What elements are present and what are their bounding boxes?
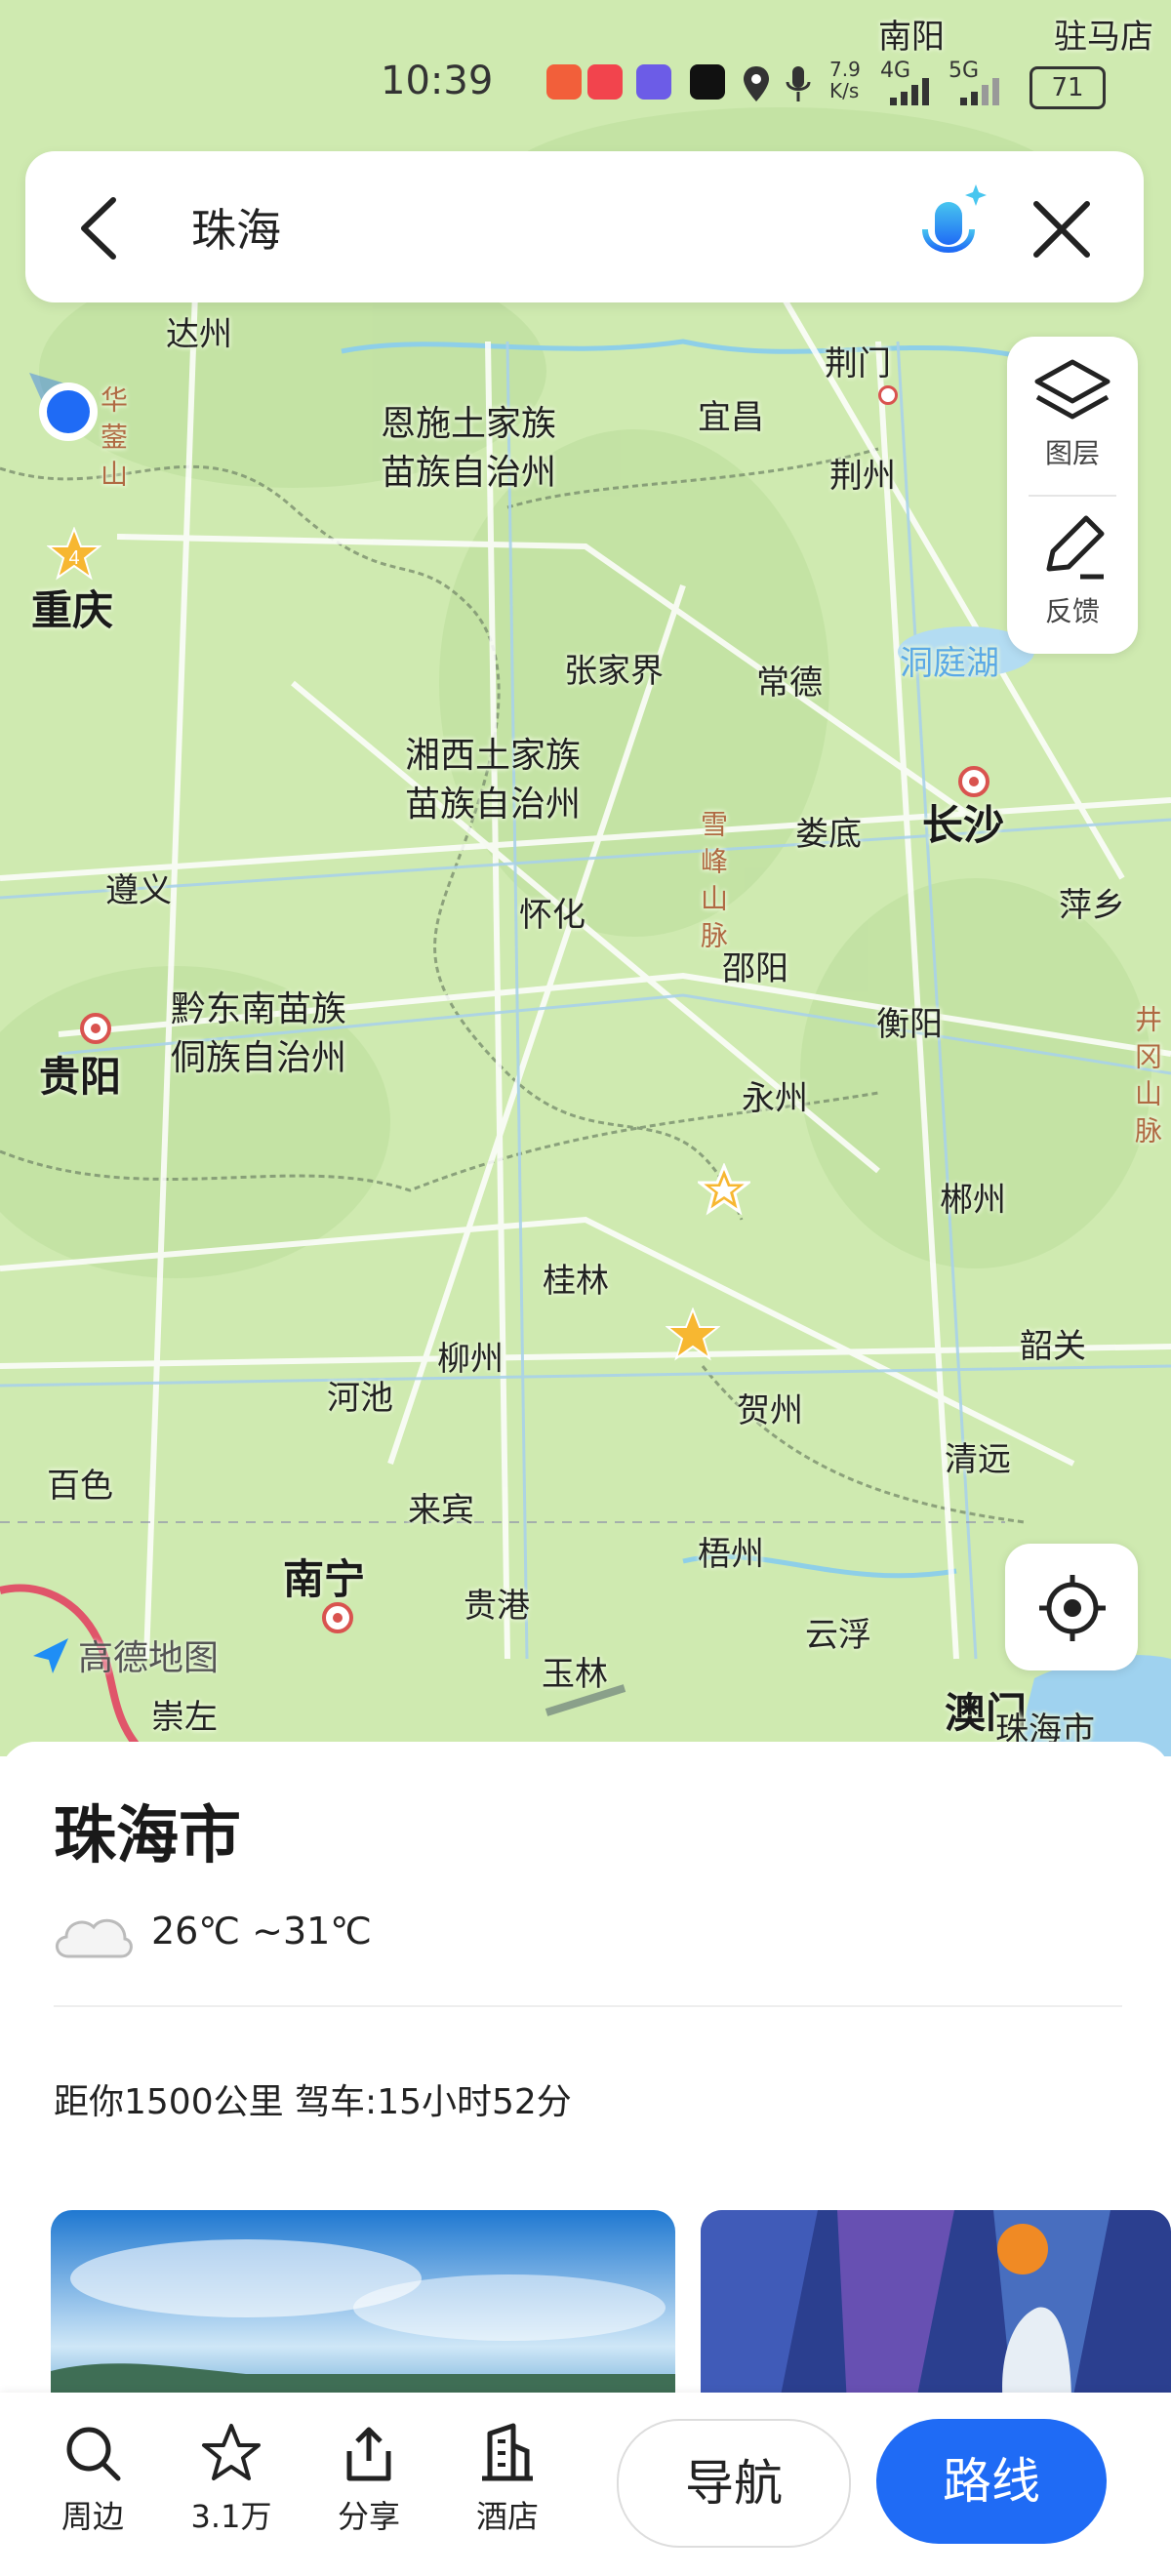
map-controls-panel: 图层 反馈	[1007, 337, 1138, 654]
map-label-yichang[interactable]: 宜昌	[698, 390, 764, 438]
amap-logo-text: 高德地图	[78, 1638, 220, 1678]
map-label-chongzuo[interactable]: 崇左	[151, 1690, 218, 1738]
map-label-baise[interactable]: 百色	[47, 1459, 113, 1507]
map-label-changsha[interactable]: 长沙	[922, 792, 1004, 852]
map-label-huaihua[interactable]: 怀化	[519, 888, 586, 936]
map-label-changde[interactable]: 常德	[756, 656, 823, 704]
share-icon	[346, 2427, 391, 2481]
crosshair-icon	[1039, 1575, 1106, 1641]
capital-marker-nanning	[322, 1602, 353, 1633]
tiktok-notification-icon	[690, 64, 725, 100]
map-label-nanning[interactable]: 南宁	[283, 1547, 365, 1606]
share-label: 分享	[337, 2498, 400, 2535]
signal-bars-icon	[890, 78, 929, 105]
map-label-xuefeng-mountains: 雪峰山脉	[697, 810, 729, 958]
map-label-dongting-lake[interactable]: 洞庭湖	[900, 636, 999, 684]
map-label-yunfu[interactable]: 云浮	[805, 1608, 871, 1656]
map-label-qiandongnan[interactable]: 黔东南苗族 侗族自治州	[171, 986, 346, 1083]
net-speed: 7.9 K/s	[829, 58, 861, 102]
map-label-zunyi[interactable]: 遵义	[105, 864, 172, 911]
map-label-jingmen[interactable]: 荆门	[825, 337, 891, 384]
divider	[54, 2005, 1122, 2007]
city-dot-jingmen	[878, 385, 898, 405]
map-label-xiangxi[interactable]: 湘西土家族 苗族自治州	[405, 732, 581, 829]
route-button[interactable]: 路线	[876, 2419, 1107, 2544]
layers-icon	[1034, 359, 1110, 420]
map-label-qingyuan[interactable]: 清远	[945, 1432, 1011, 1480]
map-label-hengyang[interactable]: 衡阳	[876, 997, 943, 1045]
map-label-hezhou[interactable]: 贺州	[737, 1384, 803, 1431]
feedback-button[interactable]: 反馈	[1007, 512, 1138, 629]
map-label-hechi[interactable]: 河池	[327, 1371, 393, 1419]
map-label-jingzhou[interactable]: 荆州	[829, 449, 896, 497]
mail-notification-icon	[587, 64, 623, 100]
map-label-guigang[interactable]: 贵港	[464, 1579, 530, 1627]
locate-me-button[interactable]	[1005, 1544, 1138, 1670]
star-icon	[202, 2424, 261, 2480]
app-notification-icon	[546, 64, 582, 100]
map-label-zhangjiajie[interactable]: 张家界	[564, 644, 664, 692]
place-title: 珠海市	[54, 1800, 241, 1872]
map-label-dazhou[interactable]: 达州	[166, 307, 232, 355]
search-input[interactable]: 珠海	[191, 195, 281, 260]
map-label-yongzhou[interactable]: 永州	[742, 1071, 808, 1119]
bottom-action-bar: 周边 3.1万 分享 酒店 导航 路线	[0, 2393, 1171, 2576]
amap-logo-icon	[29, 1634, 72, 1686]
navigate-button[interactable]: 导航	[617, 2419, 851, 2548]
chongqing-badge-number: 4	[68, 547, 79, 569]
place-photo-2[interactable]	[701, 2210, 1171, 2405]
chongqing-star-marker[interactable]: 4	[47, 527, 101, 582]
map-label-loudi[interactable]: 娄底	[795, 807, 862, 855]
voice-search-icon[interactable]	[915, 181, 993, 278]
share-button[interactable]: 分享	[310, 2422, 427, 2537]
poi-star-outline-icon[interactable]	[698, 1163, 750, 1216]
battery-indicator: 71	[1030, 66, 1106, 109]
map-label-yulin[interactable]: 玉林	[542, 1647, 608, 1695]
current-location-marker-icon	[29, 373, 98, 441]
search-bar: 珠海	[25, 151, 1144, 302]
favorite-button[interactable]: 3.1万	[173, 2422, 290, 2537]
nearby-label: 周边	[61, 2498, 124, 2535]
nearby-button[interactable]: 周边	[34, 2422, 151, 2537]
status-time: 10:39	[381, 59, 494, 103]
cloudy-weather-icon	[56, 1918, 133, 1958]
map-label-liuzhou[interactable]: 柳州	[437, 1332, 504, 1380]
hotel-label: 酒店	[475, 2498, 539, 2535]
controls-divider	[1029, 495, 1116, 497]
poi-star-icon[interactable]	[666, 1308, 720, 1362]
hotel-button[interactable]: 酒店	[449, 2422, 566, 2537]
map-label-jinggang-mountains: 井冈山脉	[1131, 1005, 1163, 1153]
layers-label: 图层	[1044, 437, 1100, 469]
map-label-guiyang[interactable]: 贵阳	[39, 1044, 121, 1104]
capital-marker-guiyang	[80, 1013, 111, 1044]
place-detail-sheet[interactable]: 珠海市 26℃ ~31℃ 距你1500公里 驾车:15小时52分	[0, 1742, 1171, 2405]
microphone-status-icon	[786, 66, 811, 101]
sticker-notification-icon	[636, 64, 671, 100]
map-label-chenzhou[interactable]: 郴州	[940, 1173, 1006, 1221]
map-label-pingxiang[interactable]: 萍乡	[1059, 878, 1125, 926]
amap-logo: 高德地图	[29, 1630, 219, 1686]
map-label-shaoguan[interactable]: 韶关	[1020, 1319, 1086, 1367]
place-photo-1[interactable]	[51, 2210, 675, 2405]
map-label-shaoyang[interactable]: 邵阳	[722, 942, 788, 989]
favorite-count: 3.1万	[190, 2498, 272, 2535]
map-label-chongqing[interactable]: 重庆	[31, 578, 113, 637]
edit-pencil-icon	[1046, 515, 1105, 580]
back-arrow-icon[interactable]	[70, 194, 129, 262]
layers-button[interactable]: 图层	[1007, 354, 1138, 471]
signal-bars-2-icon	[960, 78, 999, 105]
map-label-enshi[interactable]: 恩施土家族 苗族自治州	[381, 400, 556, 498]
map-label-wuzhou[interactable]: 梧州	[698, 1527, 764, 1575]
distance-info: 距你1500公里 驾车:15小时52分	[54, 2082, 572, 2122]
search-icon	[66, 2427, 121, 2481]
feedback-label: 反馈	[1044, 595, 1100, 627]
weather-temperature: 26℃ ~31℃	[151, 1910, 372, 1952]
map-label-laibin[interactable]: 来宾	[408, 1483, 474, 1531]
hotel-building-icon	[482, 2423, 533, 2481]
location-status-icon	[744, 66, 769, 101]
map-label-guilin[interactable]: 桂林	[543, 1254, 609, 1302]
close-icon[interactable]	[1030, 198, 1093, 261]
status-bar: 10:39 7.9 K/s 4G 5G 71	[0, 49, 1171, 117]
